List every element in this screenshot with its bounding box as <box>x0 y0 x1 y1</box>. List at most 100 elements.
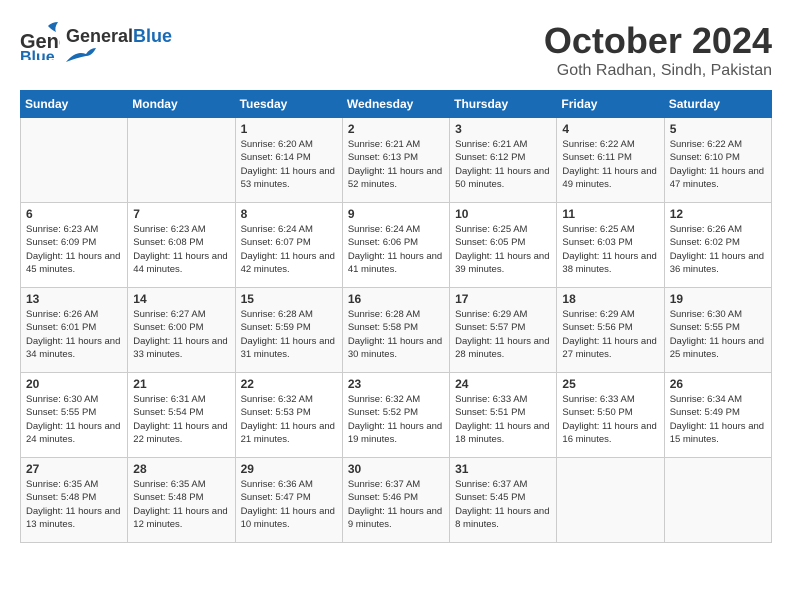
day-content: Sunrise: 6:24 AM Sunset: 6:06 PM Dayligh… <box>348 223 444 276</box>
week-row-3: 13Sunrise: 6:26 AM Sunset: 6:01 PM Dayli… <box>21 288 772 373</box>
calendar-cell: 4 Sunrise: 6:22 AM Sunset: 6:11 PM Daylig… <box>557 118 664 203</box>
day-number: 11 <box>562 207 658 221</box>
calendar-cell: 13Sunrise: 6:26 AM Sunset: 6:01 PM Dayli… <box>21 288 128 373</box>
day-number: 7 <box>133 207 229 221</box>
day-content: Sunrise: 6:26 AM Sunset: 6:01 PM Dayligh… <box>26 308 122 361</box>
day-content: Sunrise: 6:30 AM Sunset: 5:55 PM Dayligh… <box>26 393 122 446</box>
day-number: 27 <box>26 462 122 476</box>
day-number: 12 <box>670 207 766 221</box>
day-number: 6 <box>26 207 122 221</box>
day-content: Sunrise: 6:23 AM Sunset: 6:09 PM Dayligh… <box>26 223 122 276</box>
calendar-cell <box>21 118 128 203</box>
calendar-cell: 6 Sunrise: 6:23 AM Sunset: 6:09 PM Daylig… <box>21 203 128 288</box>
calendar-cell: 26 Sunrise: 6:34 AM Sunset: 5:49 PM Dayli… <box>664 373 771 458</box>
calendar-cell: 3 Sunrise: 6:21 AM Sunset: 6:12 PM Daylig… <box>450 118 557 203</box>
calendar-cell: 29 Sunrise: 6:36 AM Sunset: 5:47 PM Dayli… <box>235 458 342 543</box>
calendar-cell <box>664 458 771 543</box>
day-number: 22 <box>241 377 337 391</box>
day-content: Sunrise: 6:32 AM Sunset: 5:52 PM Dayligh… <box>348 393 444 446</box>
day-content: Sunrise: 6:33 AM Sunset: 5:50 PM Dayligh… <box>562 393 658 446</box>
header-row: SundayMondayTuesdayWednesdayThursdayFrid… <box>21 91 772 118</box>
calendar-cell: 23 Sunrise: 6:32 AM Sunset: 5:52 PM Dayli… <box>342 373 449 458</box>
page-header: General Blue GeneralBlue October 2024 Go… <box>20 20 772 80</box>
logo-icon: General Blue <box>20 20 60 65</box>
week-row-5: 27 Sunrise: 6:35 AM Sunset: 5:48 PM Dayli… <box>21 458 772 543</box>
day-content: Sunrise: 6:29 AM Sunset: 5:56 PM Dayligh… <box>562 308 658 361</box>
day-number: 23 <box>348 377 444 391</box>
calendar-cell: 2 Sunrise: 6:21 AM Sunset: 6:13 PM Daylig… <box>342 118 449 203</box>
day-number: 15 <box>241 292 337 306</box>
bird-icon <box>66 48 96 62</box>
calendar-cell <box>128 118 235 203</box>
day-number: 10 <box>455 207 551 221</box>
day-number: 2 <box>348 122 444 136</box>
header-day-wednesday: Wednesday <box>342 91 449 118</box>
svg-text:Blue: Blue <box>20 49 55 60</box>
day-number: 18 <box>562 292 658 306</box>
calendar-cell: 1Sunrise: 6:20 AM Sunset: 6:14 PM Daylig… <box>235 118 342 203</box>
day-content: Sunrise: 6:31 AM Sunset: 5:54 PM Dayligh… <box>133 393 229 446</box>
header-day-tuesday: Tuesday <box>235 91 342 118</box>
logo-general-text: General <box>66 26 133 46</box>
day-number: 29 <box>241 462 337 476</box>
logo: General Blue GeneralBlue <box>20 20 172 65</box>
day-content: Sunrise: 6:33 AM Sunset: 5:51 PM Dayligh… <box>455 393 551 446</box>
day-content: Sunrise: 6:22 AM Sunset: 6:11 PM Dayligh… <box>562 138 658 191</box>
day-content: Sunrise: 6:21 AM Sunset: 6:13 PM Dayligh… <box>348 138 444 191</box>
day-number: 14 <box>133 292 229 306</box>
calendar-cell: 21 Sunrise: 6:31 AM Sunset: 5:54 PM Dayli… <box>128 373 235 458</box>
calendar-cell: 12 Sunrise: 6:26 AM Sunset: 6:02 PM Dayli… <box>664 203 771 288</box>
day-number: 26 <box>670 377 766 391</box>
day-content: Sunrise: 6:26 AM Sunset: 6:02 PM Dayligh… <box>670 223 766 276</box>
day-content: Sunrise: 6:30 AM Sunset: 5:55 PM Dayligh… <box>670 308 766 361</box>
calendar-cell: 17Sunrise: 6:29 AM Sunset: 5:57 PM Dayli… <box>450 288 557 373</box>
calendar-cell: 18 Sunrise: 6:29 AM Sunset: 5:56 PM Dayli… <box>557 288 664 373</box>
day-content: Sunrise: 6:29 AM Sunset: 5:57 PM Dayligh… <box>455 308 551 361</box>
week-row-4: 20 Sunrise: 6:30 AM Sunset: 5:55 PM Dayli… <box>21 373 772 458</box>
day-content: Sunrise: 6:35 AM Sunset: 5:48 PM Dayligh… <box>26 478 122 531</box>
header-day-thursday: Thursday <box>450 91 557 118</box>
day-number: 25 <box>562 377 658 391</box>
day-content: Sunrise: 6:28 AM Sunset: 5:59 PM Dayligh… <box>241 308 337 361</box>
day-number: 20 <box>26 377 122 391</box>
week-row-2: 6 Sunrise: 6:23 AM Sunset: 6:09 PM Daylig… <box>21 203 772 288</box>
logo-blue-text: Blue <box>133 26 172 46</box>
calendar-cell: 10Sunrise: 6:25 AM Sunset: 6:05 PM Dayli… <box>450 203 557 288</box>
day-content: Sunrise: 6:21 AM Sunset: 6:12 PM Dayligh… <box>455 138 551 191</box>
calendar-cell: 8Sunrise: 6:24 AM Sunset: 6:07 PM Daylig… <box>235 203 342 288</box>
calendar-cell: 11Sunrise: 6:25 AM Sunset: 6:03 PM Dayli… <box>557 203 664 288</box>
day-content: Sunrise: 6:34 AM Sunset: 5:49 PM Dayligh… <box>670 393 766 446</box>
calendar-cell: 16Sunrise: 6:28 AM Sunset: 5:58 PM Dayli… <box>342 288 449 373</box>
header-day-sunday: Sunday <box>21 91 128 118</box>
calendar-cell: 5Sunrise: 6:22 AM Sunset: 6:10 PM Daylig… <box>664 118 771 203</box>
calendar-cell <box>557 458 664 543</box>
week-row-1: 1Sunrise: 6:20 AM Sunset: 6:14 PM Daylig… <box>21 118 772 203</box>
calendar-table: SundayMondayTuesdayWednesdayThursdayFrid… <box>20 90 772 543</box>
day-number: 31 <box>455 462 551 476</box>
day-number: 28 <box>133 462 229 476</box>
day-number: 9 <box>348 207 444 221</box>
day-content: Sunrise: 6:20 AM Sunset: 6:14 PM Dayligh… <box>241 138 337 191</box>
day-number: 4 <box>562 122 658 136</box>
day-content: Sunrise: 6:36 AM Sunset: 5:47 PM Dayligh… <box>241 478 337 531</box>
day-number: 19 <box>670 292 766 306</box>
calendar-cell: 22Sunrise: 6:32 AM Sunset: 5:53 PM Dayli… <box>235 373 342 458</box>
calendar-cell: 19 Sunrise: 6:30 AM Sunset: 5:55 PM Dayli… <box>664 288 771 373</box>
day-number: 21 <box>133 377 229 391</box>
calendar-cell: 15 Sunrise: 6:28 AM Sunset: 5:59 PM Dayli… <box>235 288 342 373</box>
day-number: 16 <box>348 292 444 306</box>
day-content: Sunrise: 6:23 AM Sunset: 6:08 PM Dayligh… <box>133 223 229 276</box>
calendar-cell: 20 Sunrise: 6:30 AM Sunset: 5:55 PM Dayli… <box>21 373 128 458</box>
calendar-cell: 24Sunrise: 6:33 AM Sunset: 5:51 PM Dayli… <box>450 373 557 458</box>
day-number: 3 <box>455 122 551 136</box>
header-day-monday: Monday <box>128 91 235 118</box>
location-title: Goth Radhan, Sindh, Pakistan <box>544 62 772 80</box>
calendar-cell: 30Sunrise: 6:37 AM Sunset: 5:46 PM Dayli… <box>342 458 449 543</box>
day-content: Sunrise: 6:27 AM Sunset: 6:00 PM Dayligh… <box>133 308 229 361</box>
month-title: October 2024 <box>544 20 772 62</box>
header-day-saturday: Saturday <box>664 91 771 118</box>
calendar-cell: 31Sunrise: 6:37 AM Sunset: 5:45 PM Dayli… <box>450 458 557 543</box>
day-content: Sunrise: 6:22 AM Sunset: 6:10 PM Dayligh… <box>670 138 766 191</box>
calendar-cell: 25 Sunrise: 6:33 AM Sunset: 5:50 PM Dayli… <box>557 373 664 458</box>
calendar-header: SundayMondayTuesdayWednesdayThursdayFrid… <box>21 91 772 118</box>
